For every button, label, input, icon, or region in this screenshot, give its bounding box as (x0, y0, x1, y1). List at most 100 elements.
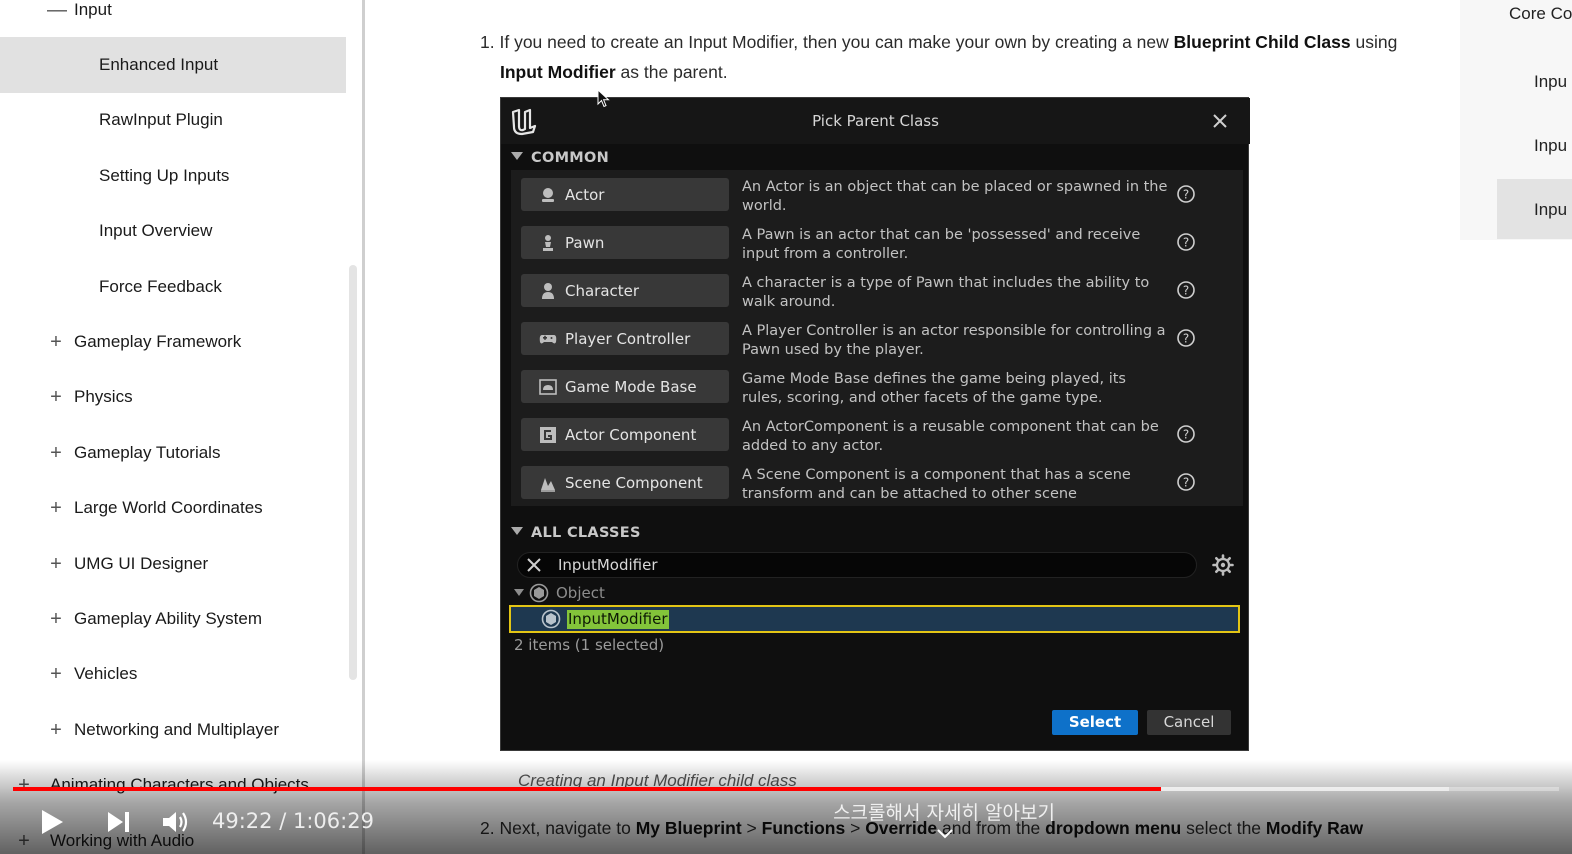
sidebar-item-label: Large World Coordinates (74, 498, 263, 517)
sidebar-item-physics[interactable]: + Physics (0, 369, 346, 425)
class-description: An Actor is an object that can be placed… (742, 179, 1168, 214)
toc-item[interactable]: Inpu (1534, 72, 1567, 92)
chevron-down-icon[interactable] (936, 828, 954, 840)
tree-item-inputmodifier-selected[interactable]: InputModifier (509, 605, 1240, 633)
sidebar-item-label: UMG UI Designer (74, 554, 209, 573)
svg-text:?: ? (1183, 236, 1189, 250)
select-button[interactable]: Select (1052, 710, 1138, 735)
sidebar-item-networking-and-multiplayer[interactable]: + Networking and Multiplayer (0, 702, 346, 758)
sidebar-item-setting-up-inputs[interactable]: Setting Up Inputs (0, 148, 346, 204)
class-description: A Scene Component is a component that ha… (742, 467, 1131, 502)
object-class-icon (541, 609, 561, 629)
help-icon[interactable]: ? (1176, 328, 1196, 348)
help-icon[interactable]: ? (1176, 472, 1196, 492)
actor-class-button[interactable]: Actor (521, 178, 729, 211)
collapse-triangle-icon (511, 152, 523, 160)
sidebar-item-gameplay-framework[interactable]: + Gameplay Framework (0, 314, 346, 370)
common-section-header[interactable]: COMMON (511, 150, 609, 166)
character-class-button[interactable]: Character (521, 274, 729, 307)
sidebar-item-rawinput-plugin[interactable]: RawInput Plugin (0, 92, 346, 148)
sidebar-item-label: RawInput Plugin (99, 110, 223, 129)
sidebar-item-label: Input Overview (99, 221, 213, 240)
sidebar-item-label: Setting Up Inputs (99, 166, 230, 185)
expand-icon[interactable]: + (15, 830, 33, 853)
sidebar-item-gameplay-ability-system[interactable]: + Gameplay Ability System (0, 591, 346, 647)
mouse-cursor-icon (597, 89, 610, 108)
sidebar-item-large-world-coordinates[interactable]: + Large World Coordinates (0, 480, 346, 536)
expand-icon[interactable]: + (47, 331, 65, 354)
class-row-scene-component: Scene Component A Scene Component is a c… (511, 458, 1243, 506)
class-description: A Player Controller is an actor responsi… (742, 323, 1166, 358)
class-description: An ActorComponent is a reusable componen… (742, 419, 1159, 454)
section-label: COMMON (531, 150, 610, 166)
help-icon[interactable]: ? (1176, 184, 1196, 204)
dialog-title: Pick Parent Class (501, 98, 1250, 144)
class-name: Character (565, 281, 640, 300)
class-row-game-mode-base: Game Mode Base Game Mode Base defines th… (511, 362, 1243, 410)
class-row-actor-component: Actor Component An ActorComponent is a r… (511, 410, 1243, 458)
svg-text:?: ? (1183, 476, 1189, 490)
object-class-icon (529, 583, 549, 603)
player-controller-class-button[interactable]: Player Controller (521, 322, 729, 355)
sidebar-item-gameplay-tutorials[interactable]: + Gameplay Tutorials (0, 425, 346, 481)
step-text: If you need to create an Input Modifier,… (499, 32, 1174, 52)
tree-item-label: Object (556, 584, 605, 602)
sidebar-item-vehicles[interactable]: + Vehicles (0, 646, 346, 702)
class-row-pawn: Pawn A Pawn is an actor that can be 'pos… (511, 218, 1243, 266)
sidebar-item-input[interactable]: — Input (0, 0, 346, 38)
gamepad-icon (537, 332, 559, 346)
close-icon[interactable] (1209, 110, 1231, 132)
sidebar-item-label: Gameplay Tutorials (74, 443, 221, 462)
pick-parent-class-dialog: Pick Parent Class COMMON Actor An Actor … (500, 97, 1250, 751)
page-toc: Core Co Inpu Inpu Inpu (1460, 0, 1572, 240)
actor-component-class-button[interactable]: Actor Component (521, 418, 729, 451)
collapse-icon: — (47, 0, 67, 21)
sidebar-item-label: Networking and Multiplayer (74, 720, 280, 739)
step-1-line-2: Input Modifier as the parent. (500, 57, 728, 87)
sidebar-divider (362, 0, 365, 854)
help-icon[interactable]: ? (1176, 424, 1196, 444)
expand-icon[interactable]: + (47, 719, 65, 742)
section-label: ALL CLASSES (531, 525, 641, 541)
all-classes-section-header[interactable]: ALL CLASSES (511, 525, 641, 541)
expand-icon[interactable]: + (47, 663, 65, 686)
expand-arrow-icon[interactable] (513, 588, 525, 598)
help-icon[interactable]: ? (1176, 280, 1196, 300)
sidebar-item-label: Physics (74, 387, 133, 406)
toc-item-selected[interactable]: Inpu (1534, 200, 1567, 220)
expand-icon[interactable]: + (47, 608, 65, 631)
class-name: Pawn (565, 233, 605, 252)
sidebar-item-label: Force Feedback (99, 277, 222, 296)
sidebar-scrollbar[interactable] (349, 265, 357, 680)
game-mode-base-class-button[interactable]: Game Mode Base (521, 370, 729, 403)
common-classes-panel: Actor An Actor is an object that can be … (511, 170, 1243, 506)
expand-icon[interactable]: + (47, 497, 65, 520)
progress-bar[interactable] (13, 787, 1559, 791)
sidebar-item-force-feedback[interactable]: Force Feedback (0, 259, 346, 315)
sidebar-nav: — Input Enhanced Input RawInput Plugin S… (0, 0, 365, 854)
clear-search-icon[interactable] (526, 557, 542, 573)
step-number: 1. (480, 32, 495, 52)
scene-component-class-button[interactable]: Scene Component (521, 466, 729, 499)
step-1-line-1: 1. If you need to create an Input Modifi… (480, 27, 1397, 57)
class-row-character: Character A character is a type of Pawn … (511, 266, 1243, 314)
expand-icon[interactable]: + (47, 553, 65, 576)
expand-icon[interactable]: + (47, 386, 65, 409)
sidebar-item-umg-ui-designer[interactable]: + UMG UI Designer (0, 536, 346, 592)
expand-icon[interactable]: + (47, 442, 65, 465)
unreal-logo-icon (511, 108, 537, 136)
toc-item[interactable]: Inpu (1534, 136, 1567, 156)
cancel-button[interactable]: Cancel (1147, 710, 1231, 735)
sidebar-item-enhanced-input[interactable]: Enhanced Input (0, 37, 346, 93)
toc-item[interactable]: Core Co (1509, 4, 1572, 24)
expand-icon[interactable]: + (15, 774, 33, 797)
items-status: 2 items (1 selected) (514, 636, 665, 654)
help-icon[interactable]: ? (1176, 232, 1196, 252)
pawn-class-button[interactable]: Pawn (521, 226, 729, 259)
gear-icon[interactable] (1211, 553, 1235, 577)
scroll-hint-text: 스크롤해서 자세히 알아보기 (833, 802, 1055, 824)
class-search-input[interactable]: InputModifier (517, 552, 1197, 578)
sidebar-item-input-overview[interactable]: Input Overview (0, 203, 346, 259)
tree-item-object[interactable]: Object (513, 583, 605, 603)
class-name: Actor (565, 185, 605, 204)
